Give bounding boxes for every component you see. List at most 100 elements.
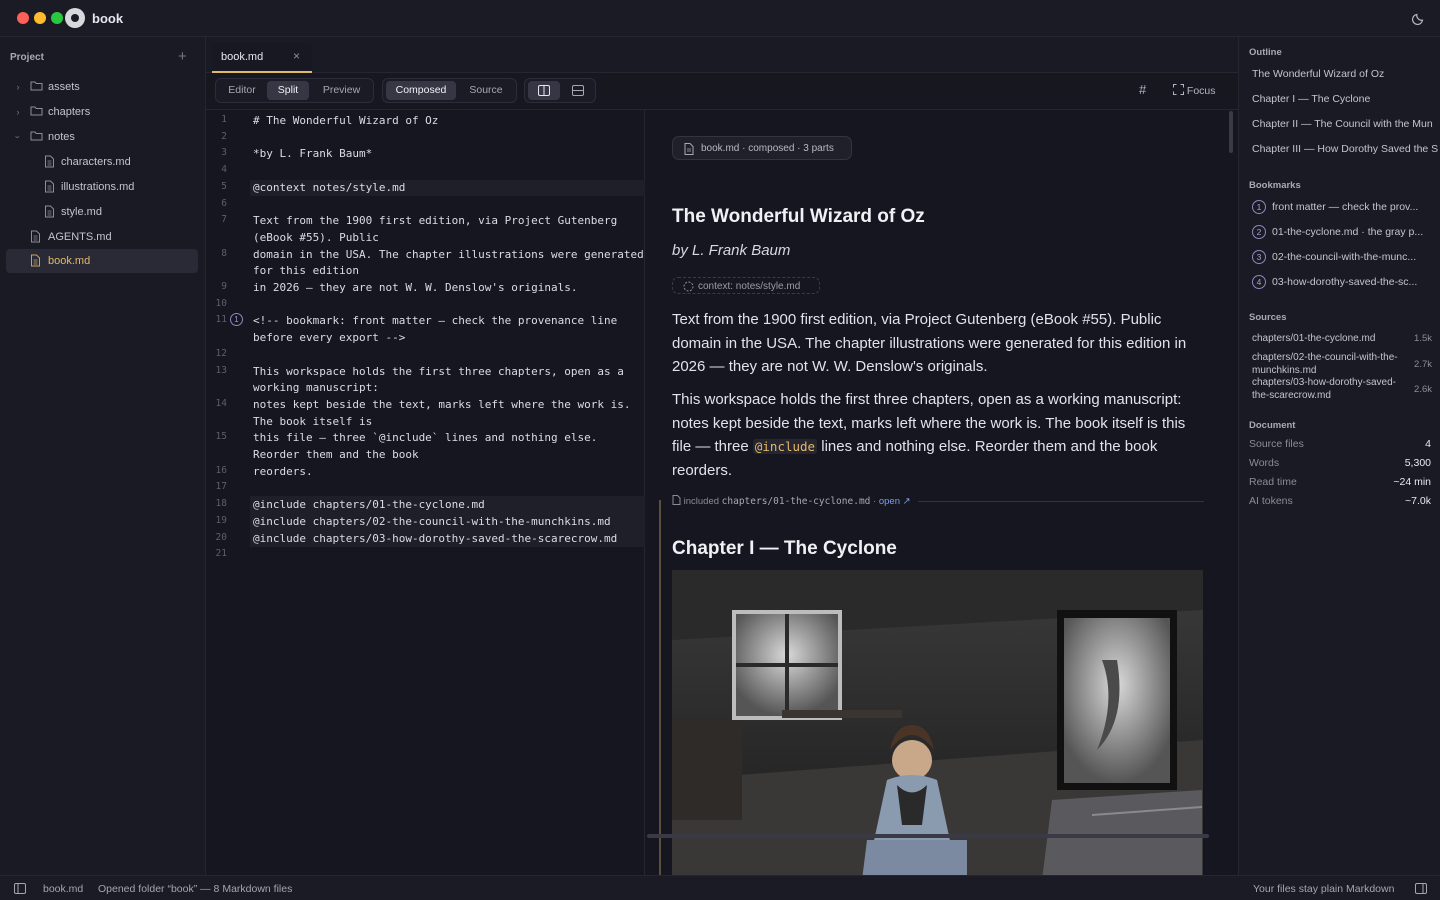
outline-item[interactable]: Chapter I — The Cyclone (1252, 93, 1370, 105)
open-included-link[interactable]: open ↗ (879, 496, 911, 507)
file-icon (45, 205, 54, 218)
source-size: 2.7k (1414, 359, 1432, 370)
status-bar: book.md Opened folder “book” — 8 Markdow… (0, 875, 1440, 900)
line-number: 10 (215, 297, 227, 309)
code-line[interactable]: reorders. (253, 464, 313, 481)
doc-stat-row: Read time ~24 min (1249, 476, 1431, 492)
outline-item[interactable]: Chapter II — The Council with the Mun (1252, 118, 1433, 130)
code-line[interactable]: @context notes/style.md (253, 180, 405, 197)
markdown-editor[interactable]: 1 1 # The Wonderful Wizard of Oz 2 3 *by L. … (206, 110, 645, 875)
preview-paragraph-1: Text from the 1900 first edition, via Pr… (672, 311, 1187, 375)
view-split-button[interactable]: Split (267, 81, 309, 100)
add-file-button[interactable]: + (178, 48, 187, 65)
code-line[interactable]: <!-- bookmark: front matter — check the … (253, 313, 617, 346)
code-line[interactable]: This workspace holds the first three cha… (253, 364, 624, 397)
close-tab-icon[interactable]: × (293, 49, 300, 63)
line-number: 7 (221, 214, 227, 226)
line-number: 5 (221, 180, 227, 192)
bookmark-item[interactable]: 2 01-the-cyclone.md · the gray p... (1252, 223, 1434, 243)
focus-button[interactable]: Focus (1173, 84, 1216, 97)
tree-file-agents[interactable]: AGENTS.md (6, 225, 198, 249)
inspector-toggle-icon[interactable] (1415, 883, 1427, 894)
moon-icon[interactable] (1412, 11, 1426, 25)
line-number: 3 (221, 147, 227, 159)
horizontal-scrollbar[interactable] (647, 834, 1209, 838)
context-circle-icon (683, 281, 694, 292)
tab-label: book.md (221, 51, 264, 63)
line-number: 19 (215, 514, 227, 526)
doc-stat-value: 5,300 (1404, 457, 1431, 469)
tree-folder-assets[interactable]: › assets (6, 75, 198, 99)
line-number: 4 (221, 164, 227, 176)
source-name: chapters/01-the-cyclone.md (1252, 333, 1376, 344)
inspector-panel: Outline The Wonderful Wizard of Oz Chapt… (1238, 37, 1440, 875)
bookmark-item[interactable]: 1 front matter — check the prov... (1252, 198, 1434, 218)
composed-button[interactable]: Composed (386, 81, 456, 100)
tree-file-illustrations[interactable]: illustrations.md (6, 175, 198, 199)
source-name: chapters/02-the-council-with-the-munchki… (1252, 352, 1398, 376)
tree-file-characters[interactable]: characters.md (6, 150, 198, 174)
tree-folder-chapters[interactable]: › chapters (6, 100, 198, 124)
minimize-window-button[interactable] (34, 12, 46, 24)
code-line[interactable]: notes kept beside the text, marks left w… (253, 397, 631, 430)
tree-folder-notes[interactable]: › notes (6, 125, 198, 149)
chevron-right-icon[interactable]: › (12, 81, 24, 93)
bookmark-item[interactable]: 3 02-the-council-with-the-munc... (1252, 248, 1434, 268)
chevron-down-icon[interactable]: › (12, 131, 24, 143)
tree-item-label: illustrations.md (61, 181, 135, 193)
tree-file-style[interactable]: style.md (6, 200, 198, 224)
context-chip-label: context: notes/style.md (698, 281, 801, 292)
view-preview-button[interactable]: Preview (312, 81, 371, 100)
document-title: The Wonderful Wizard of Oz (672, 206, 925, 227)
bookmark-item[interactable]: 4 03-how-dorothy-saved-the-sc... (1252, 273, 1434, 293)
tab-book-md[interactable]: book.md × (212, 43, 312, 73)
source-size: 1.5k (1414, 333, 1432, 344)
split-horizontal-button[interactable] (562, 81, 594, 100)
bookmarks-header: Bookmarks (1249, 180, 1301, 191)
document-author: by L. Frank Baum (672, 242, 791, 259)
code-line[interactable]: in 2026 — they are not W. W. Denslow's o… (253, 280, 578, 297)
doc-stat-row: Words 5,300 (1249, 457, 1431, 473)
outline-item[interactable]: The Wonderful Wizard of Oz (1252, 68, 1384, 80)
tree-file-book[interactable]: book.md (6, 249, 198, 273)
view-editor-button[interactable]: Editor (219, 81, 265, 100)
document-header: Document (1249, 420, 1296, 431)
split-vertical-button[interactable] (528, 81, 560, 100)
line-number: 18 (215, 498, 227, 510)
source-size: 2.6k (1414, 384, 1432, 395)
included-marker: included chapters/01-the-cyclone.md · op… (672, 495, 911, 507)
heading-hash-button[interactable]: # (1139, 82, 1146, 97)
vertical-scrollbar[interactable] (1229, 111, 1233, 153)
layout-toggle (524, 78, 596, 103)
context-chip[interactable]: context: notes/style.md (672, 277, 820, 294)
code-line[interactable]: @include chapters/03-how-dorothy-saved-t… (253, 531, 617, 548)
line-number: 12 (215, 347, 227, 359)
doc-stat-row: Source files 4 (1249, 438, 1431, 454)
code-line[interactable]: @include chapters/01-the-cyclone.md (253, 497, 485, 514)
close-window-button[interactable] (17, 12, 29, 24)
line-number: 11 (215, 314, 227, 326)
code-line[interactable]: this file — three `@include` lines and n… (253, 430, 597, 463)
code-line[interactable]: *by L. Frank Baum* (253, 146, 372, 163)
doc-stat-row: AI tokens ~7.0k (1249, 495, 1431, 511)
file-icon (672, 495, 681, 505)
line-number: 9 (221, 281, 227, 292)
editor-toolbar: Editor Split Preview Composed Source # F… (206, 73, 1238, 110)
tree-item-label: AGENTS.md (48, 231, 112, 243)
code-line[interactable]: @include chapters/02-the-council-with-th… (253, 514, 611, 531)
code-line[interactable]: Text from the 1900 first edition, via Pr… (253, 213, 617, 246)
code-line[interactable]: # The Wonderful Wizard of Oz (253, 113, 438, 130)
bookmark-badge[interactable]: 1 (230, 313, 243, 326)
outline-item[interactable]: Chapter III — How Dorothy Saved the S (1252, 143, 1438, 155)
doc-stat-value: ~24 min (1393, 476, 1431, 488)
code-line[interactable]: domain in the USA. The chapter illustrat… (253, 247, 644, 280)
file-icon (45, 180, 54, 193)
zoom-window-button[interactable] (51, 12, 63, 24)
tree-item-label: chapters (48, 106, 91, 118)
chevron-right-icon[interactable]: › (12, 106, 24, 118)
sidebar-toggle-icon[interactable] (14, 883, 26, 894)
source-button[interactable]: Source (458, 81, 514, 100)
rows-icon (572, 85, 584, 96)
line-number: 2 (221, 130, 227, 142)
tree-item-label: assets (48, 81, 80, 93)
